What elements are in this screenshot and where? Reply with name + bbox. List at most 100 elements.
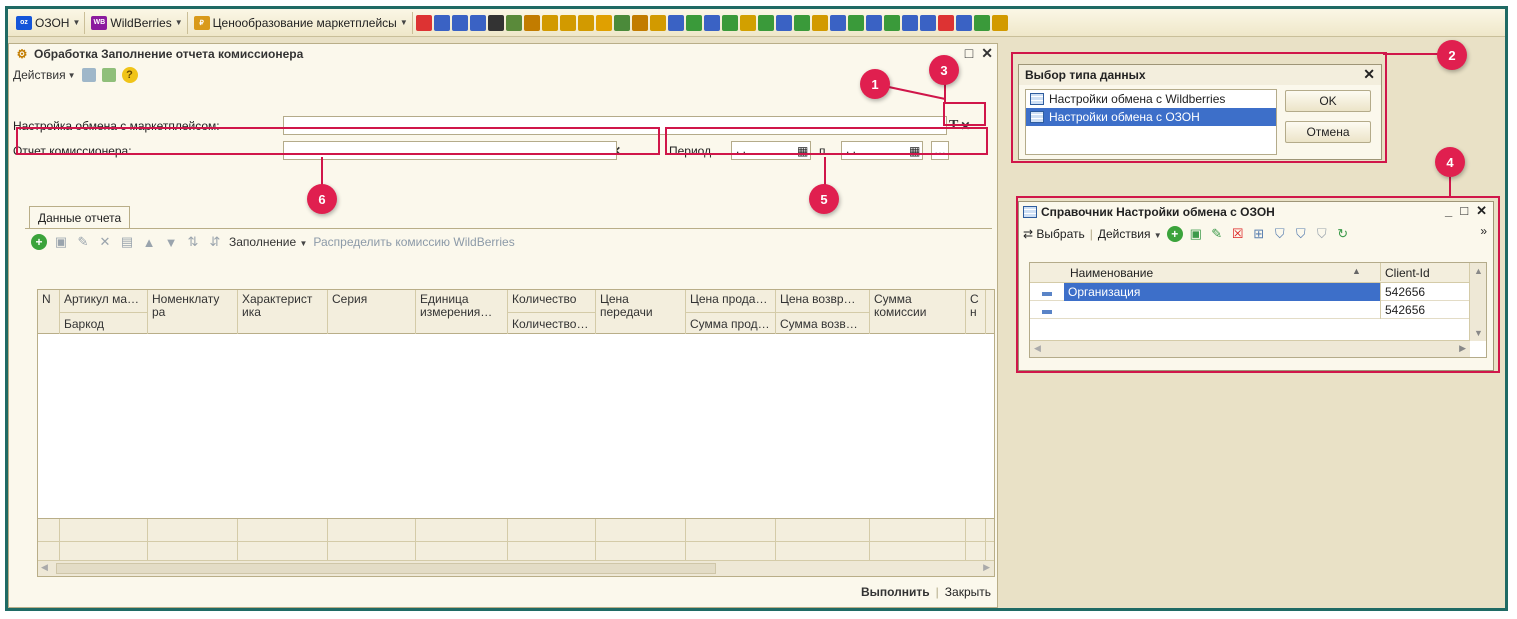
toolbar-icon[interactable] [415,14,432,31]
toolbar-icon[interactable] [883,14,900,31]
chevron-down-icon: ▼ [399,18,408,27]
toolbar-icon[interactable] [955,14,972,31]
column-header[interactable]: Цена возвр… [776,290,870,312]
toolbar-icon[interactable] [577,14,594,31]
fill-menu[interactable]: Заполнение ▼ [229,235,307,249]
pricing-icon: ₽ [193,15,210,30]
toolbar-icon[interactable] [829,14,846,31]
edit-icon[interactable]: ✎ [75,234,91,250]
toolbar-icon[interactable] [541,14,558,31]
column-header[interactable]: Артикул ма… [60,290,148,312]
toolbar-icon[interactable] [811,14,828,31]
scroll-left-icon[interactable]: ◀ [41,562,48,573]
toolbar-icon[interactable] [847,14,864,31]
delete-icon[interactable]: ✕ [97,234,113,250]
run-button[interactable]: Выполнить [861,585,930,599]
tab-report-data[interactable]: Данные отчета [29,206,131,228]
toolbar-icon[interactable] [613,14,630,31]
move-up-icon[interactable]: ▲ [141,234,157,250]
column-header[interactable]: Сумма комиссии [870,290,966,334]
column-header[interactable]: Цена прода… [686,290,776,312]
toolbar-icon[interactable] [739,14,756,31]
toolbar-icon[interactable] [595,14,612,31]
tab-report-data-label: Данные отчета [38,210,122,225]
callout-badge-5: 5 [809,184,839,214]
horizontal-scrollbar[interactable]: ◀ ▶ [38,560,994,576]
sort-asc-icon[interactable]: ⇅ [185,234,201,250]
toolbar-icon[interactable] [937,14,954,31]
toolbar-icon[interactable] [703,14,720,31]
distribute-commission-button[interactable]: Распределить комиссию WildBerries [313,235,514,249]
processing-icon: ⚙ [16,47,28,61]
callout-box-type-button [943,102,986,126]
window-title-bar: ⚙ Обработка Заполнение отчета комиссионе… [9,44,997,64]
callout-badge-1: 1 [860,69,890,99]
sort-desc-icon[interactable]: ⇵ [207,234,223,250]
scroll-right-icon[interactable]: ▶ [983,562,990,573]
toolbar-icon[interactable] [919,14,936,31]
copy-icon[interactable]: ▣ [53,234,69,250]
toolbar-icon[interactable] [505,14,522,31]
toolbar-icon[interactable] [901,14,918,31]
column-subheader[interactable]: Количество… [508,312,596,334]
maximize-icon[interactable]: □ [965,45,973,62]
column-header[interactable]: Единица измерения… [416,290,508,334]
menu-pricing[interactable]: ₽ Ценообразование маркетплейсы ▼ [190,11,413,34]
toolbar-icon[interactable] [721,14,738,31]
move-down-icon[interactable]: ▼ [163,234,179,250]
column-header[interactable]: Цена передачи [596,290,686,334]
toolbar-icon[interactable] [685,14,702,31]
scroll-thumb[interactable] [56,563,716,574]
separator: | [935,585,939,599]
chevron-down-icon: ▼ [174,18,183,27]
close-icon[interactable]: ✕ [981,45,993,62]
toolbar-icon[interactable] [469,14,486,31]
app-frame: oz ОЗОН ▼ WB WildBerries ▼ ₽ Ценообразов… [5,6,1508,611]
save-icon[interactable] [81,68,96,82]
toolbar-icon[interactable] [865,14,882,31]
callout-line [321,157,323,187]
toolbar-icon[interactable] [433,14,450,31]
toolbar-icon[interactable] [523,14,540,31]
column-header[interactable]: N [38,290,60,334]
toolbar-icon[interactable] [649,14,666,31]
add-icon[interactable]: + [31,234,47,250]
actions-menu[interactable]: Действия ▼ [13,68,76,82]
toolbar-icon[interactable] [973,14,990,31]
toolbar-icon[interactable] [757,14,774,31]
bottom-actions: Выполнить | Закрыть [861,585,991,599]
column-header[interactable]: Количество [508,290,596,312]
top-toolbar: oz ОЗОН ▼ WB WildBerries ▼ ₽ Ценообразов… [8,9,1505,37]
menu-wildberries[interactable]: WB WildBerries ▼ [87,11,188,34]
column-header[interactable]: Характерист ика [238,290,328,334]
end-edit-icon[interactable]: ▤ [119,234,135,250]
callout-badge-3: 3 [929,55,959,85]
column-subheader[interactable]: Сумма возв… [776,312,870,334]
toolbar-icon[interactable] [631,14,648,31]
toolbar-icon[interactable] [451,14,468,31]
toolbar-icon[interactable] [991,14,1008,31]
report-grid[interactable]: N Артикул ма… Баркод Номенклату ра Характери… [37,289,995,577]
column-header[interactable]: Номенклату ра [148,290,238,334]
callout-box-dialog [1011,52,1387,163]
open-icon[interactable] [101,68,116,82]
callout-line [1449,177,1451,197]
toolbar-icon[interactable] [667,14,684,31]
column-header[interactable]: С н [966,290,986,334]
column-header[interactable]: Серия [328,290,416,334]
toolbar-icon[interactable] [487,14,504,31]
actions-bar: Действия ▼ ? [9,64,997,86]
toolbar-icon[interactable] [559,14,576,31]
ozon-logo-icon: oz [16,15,32,30]
toolbar-icon[interactable] [793,14,810,31]
menu-ozon[interactable]: oz ОЗОН ▼ [12,11,86,34]
column-subheader[interactable]: Баркод [60,312,148,334]
wildberries-logo-icon: WB [91,15,108,30]
chevron-down-icon: ▼ [72,18,81,27]
toolbar-icon[interactable] [775,14,792,31]
close-button[interactable]: Закрыть [945,585,991,599]
menu-ozon-label: ОЗОН [35,15,70,30]
help-icon[interactable]: ? [121,67,138,83]
column-subheader[interactable]: Сумма прод… [686,312,776,334]
report-data-panel: + ▣ ✎ ✕ ▤ ▲ ▼ ⇅ ⇵ Заполнение ▼ Распредел… [25,228,995,578]
